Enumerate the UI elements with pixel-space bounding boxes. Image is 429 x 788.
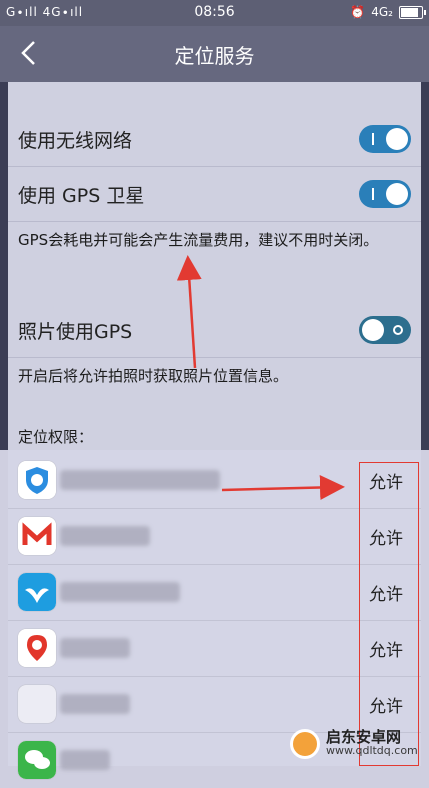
wifi-location-toggle[interactable] xyxy=(359,125,411,153)
app-name-blurred xyxy=(60,470,220,490)
gps-location-toggle[interactable] xyxy=(359,180,411,208)
wifi-location-row[interactable]: 使用无线网络 xyxy=(8,112,421,167)
bird-app-icon xyxy=(18,573,56,611)
network-indicator: 4G₂ xyxy=(371,5,393,19)
app-name-blurred xyxy=(60,582,180,602)
photo-gps-toggle[interactable] xyxy=(359,316,411,344)
permission-title: 定位权限： xyxy=(18,428,94,446)
gps-location-label: 使用 GPS 卫星 xyxy=(18,185,145,207)
photo-gps-row[interactable]: 照片使用GPS xyxy=(8,303,421,358)
app-name-blurred xyxy=(60,750,110,770)
gps-note: GPS会耗电并可能会产生流量费用，建议不用时关闭。 xyxy=(18,231,379,249)
watermark: 启东安卓网 www.qdltdq.com xyxy=(290,724,425,764)
baidu-map-icon xyxy=(18,629,56,667)
allow-column-highlight xyxy=(359,462,419,766)
app-name-blurred xyxy=(60,638,130,658)
photo-gps-label: 照片使用GPS xyxy=(18,321,133,343)
status-right: ⏰ 4G₂ xyxy=(350,5,426,19)
page-title: 定位服务 xyxy=(174,44,255,68)
app-name-blurred xyxy=(60,694,130,714)
qq-security-icon xyxy=(18,461,56,499)
gmail-icon xyxy=(18,517,56,555)
photo-gps-note: 开启后将允许拍照时获取照片位置信息。 xyxy=(18,367,289,385)
status-bar: G∙ıll 4G∙ıll 08:56 ⏰ 4G₂ xyxy=(0,0,429,26)
watermark-logo-icon xyxy=(290,729,320,759)
blurred-app-icon xyxy=(18,685,56,723)
wechat-icon xyxy=(18,741,56,779)
alarm-icon: ⏰ xyxy=(350,5,366,19)
wifi-location-label: 使用无线网络 xyxy=(18,130,133,152)
app-name-blurred xyxy=(60,526,150,546)
gps-location-row[interactable]: 使用 GPS 卫星 xyxy=(8,167,421,222)
battery-icon xyxy=(399,5,426,19)
page-header: 定位服务 xyxy=(0,26,429,82)
